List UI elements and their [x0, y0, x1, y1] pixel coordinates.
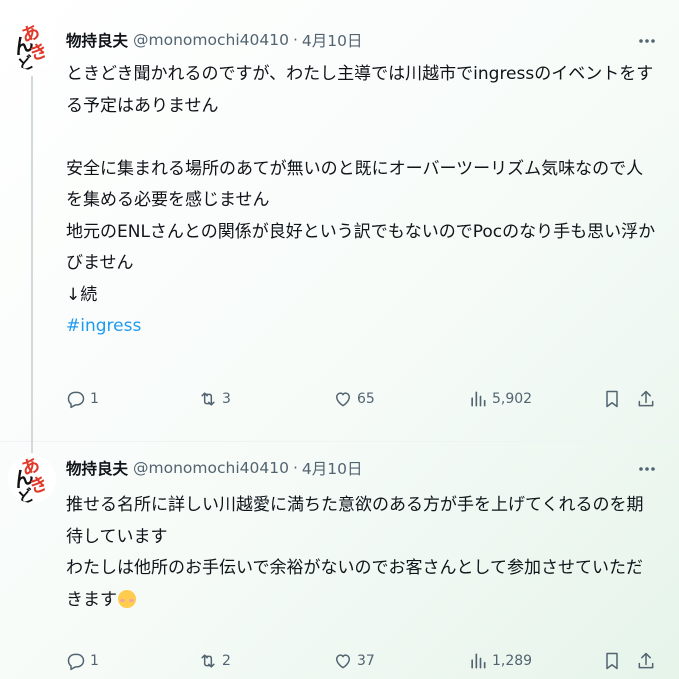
like-count: 37: [357, 653, 375, 669]
action-bar: 1 2 37 1,289: [0, 646, 679, 676]
tweet-text: 推せる名所に詳しい川越愛に満ちた意欲のある方が手を上げてくれるのを期 待していま…: [66, 490, 656, 616]
tweet-header: 物持良夫 @monomochi40410 · 4月10日: [66, 29, 362, 51]
text-line: ↓続: [66, 284, 98, 305]
hashtag-link[interactable]: #ingress: [66, 316, 141, 336]
share-button[interactable]: [636, 646, 656, 676]
tweet-date[interactable]: 4月10日: [302, 29, 363, 51]
views-count: 1,289: [492, 653, 533, 669]
views-count: 5,902: [492, 391, 533, 407]
text-line: 安全に集まれる場所のあてが無いのと既にオーバーツーリズム気味なので人: [66, 158, 644, 179]
text-line: きます: [66, 589, 117, 610]
text-line: を集める必要を感じません: [66, 190, 270, 210]
repost-count: 2: [222, 653, 231, 669]
blushing-face-emoji: [118, 589, 136, 608]
text-line: わたしは他所のお手伝いで余裕がないのでお客さんとして参加させていただ: [66, 558, 643, 578]
repost-button[interactable]: 3: [198, 384, 231, 414]
text-line: ときどき聞かれるのですが、わたし主導では川越市でingressのイベントをす: [66, 64, 654, 84]
repost-button[interactable]: 2: [198, 646, 231, 676]
text-line: る予定はありません: [66, 95, 219, 116]
like-icon: [336, 392, 350, 407]
tweet-1[interactable]: ん あ き ど 物持良夫 @monomochi40410 · 4月10日 ときど…: [0, 0, 679, 446]
repost-icon: [201, 392, 215, 406]
avatar[interactable]: ん あ き ど: [8, 22, 56, 70]
bookmark-icon: [606, 652, 618, 670]
views-icon: [471, 391, 486, 407]
display-name[interactable]: 物持良夫: [66, 29, 128, 51]
bookmark-button[interactable]: [602, 384, 622, 414]
tweet-header: 物持良夫 @monomochi40410 · 4月10日: [66, 457, 362, 479]
text-line: 地元のENLさんとの関係が良好という訳でもないのでPocのなり手も思い浮か: [66, 221, 656, 242]
separator-dot: ·: [292, 31, 298, 49]
reply-button[interactable]: 1: [66, 384, 99, 414]
like-icon: [336, 654, 350, 669]
display-name[interactable]: 物持良夫: [66, 457, 128, 479]
user-handle[interactable]: @monomochi40410: [133, 459, 289, 477]
reply-icon: [67, 391, 85, 409]
user-handle[interactable]: @monomochi40410: [133, 31, 289, 49]
more-icon[interactable]: [636, 458, 658, 480]
text-line: 待しています: [66, 526, 168, 547]
share-icon: [638, 390, 654, 407]
reply-icon: [67, 653, 85, 671]
views-icon: [471, 653, 486, 669]
repost-icon: [201, 654, 215, 668]
views-button[interactable]: 1,289: [468, 646, 532, 676]
more-icon[interactable]: [636, 30, 658, 52]
reply-button[interactable]: 1: [66, 646, 99, 676]
tweet-2[interactable]: ん あ き ど 物持良夫 @monomochi40410 · 4月10日 推せる…: [0, 441, 679, 679]
bookmark-button[interactable]: [602, 646, 622, 676]
thread-line: [31, 441, 33, 453]
tweet-date[interactable]: 4月10日: [302, 457, 363, 479]
like-count: 65: [357, 391, 375, 407]
avatar[interactable]: ん あ き ど: [8, 455, 56, 503]
share-icon: [638, 652, 654, 669]
repost-count: 3: [222, 391, 231, 407]
reply-count: 1: [90, 391, 99, 407]
action-bar: 1 3 65 5,902: [0, 384, 679, 414]
bookmark-icon: [606, 390, 618, 408]
like-button[interactable]: 37: [333, 646, 375, 676]
reply-count: 1: [90, 653, 99, 669]
text-line: [66, 122, 656, 154]
share-button[interactable]: [636, 384, 656, 414]
text-line: 推せる名所に詳しい川越愛に満ちた意欲のある方が手を上げてくれるのを期: [66, 495, 644, 515]
views-button[interactable]: 5,902: [468, 384, 532, 414]
text-line: びません: [66, 253, 134, 273]
separator-dot: ·: [292, 459, 298, 477]
like-button[interactable]: 65: [333, 384, 375, 414]
tweet-text: ときどき聞かれるのですが、わたし主導では川越市でingressのイベントをす る…: [66, 59, 656, 343]
